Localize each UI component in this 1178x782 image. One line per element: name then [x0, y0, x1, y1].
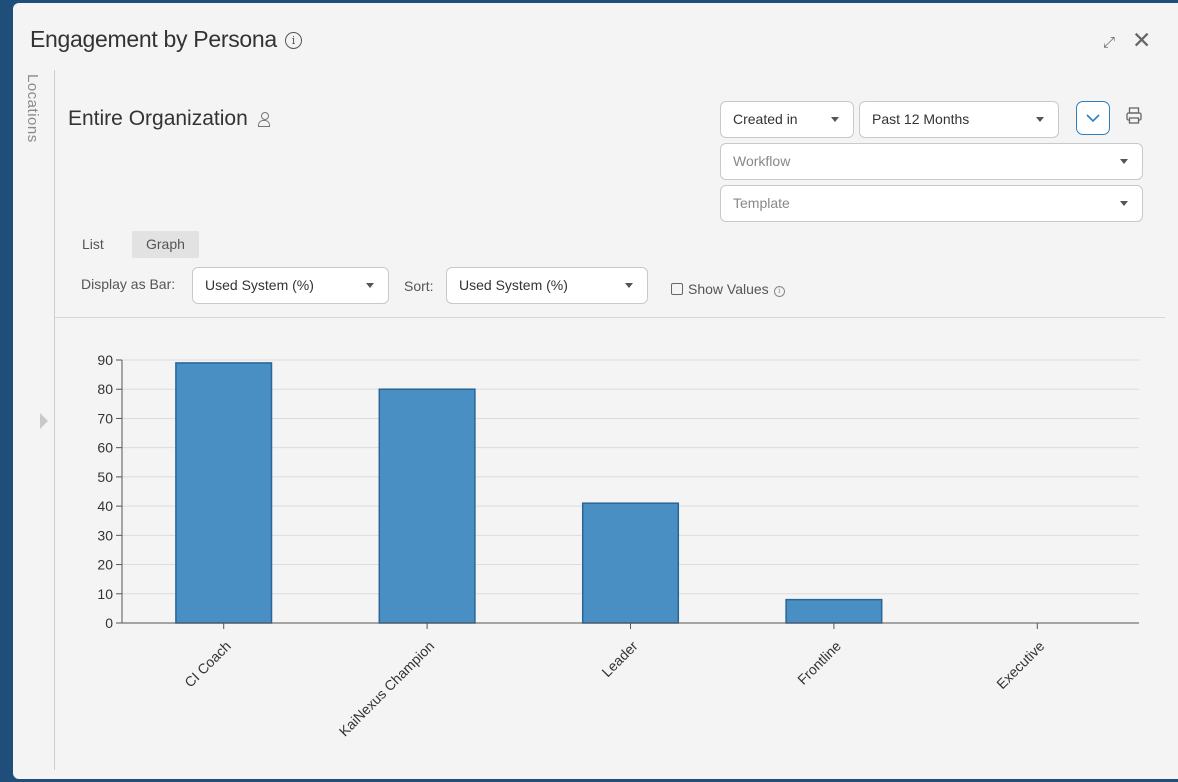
bar[interactable] — [378, 388, 476, 624]
info-icon[interactable]: i — [773, 286, 785, 297]
info-icon[interactable]: i — [284, 32, 302, 49]
y-tick-label: 10 — [97, 586, 113, 602]
print-icon[interactable] — [1126, 107, 1142, 125]
x-tick-label: KaiNexus Champion — [336, 638, 438, 740]
org-title: Entire Organization — [68, 107, 270, 131]
workflow-select[interactable]: Workflow — [720, 143, 1143, 180]
y-tick-label: 30 — [97, 527, 113, 543]
bar[interactable] — [581, 502, 680, 624]
collapse-filters-button[interactable] — [1076, 101, 1110, 135]
close-icon[interactable]: ✕ — [1132, 27, 1151, 54]
y-tick-label: 0 — [105, 615, 113, 631]
locations-label[interactable]: Locations — [24, 74, 41, 143]
y-tick-label: 80 — [97, 381, 113, 397]
chevron-down-icon — [1120, 201, 1128, 206]
chevron-down-icon — [625, 283, 633, 288]
x-tick-label: Frontline — [794, 638, 844, 688]
workflow-placeholder: Workflow — [733, 153, 791, 169]
person-icon[interactable] — [257, 112, 270, 127]
x-tick-label: CI Coach — [181, 638, 234, 691]
chevron-down-icon — [1036, 117, 1044, 122]
bar[interactable] — [785, 598, 883, 624]
show-values-label: Show Values — [688, 281, 769, 297]
chart-bars — [175, 362, 883, 624]
modal-title: Engagement by Persona i — [30, 26, 302, 53]
display-as-bar-select[interactable]: Used System (%) — [192, 267, 389, 304]
x-tick-label: Leader — [598, 638, 640, 680]
y-tick-label: 70 — [97, 410, 113, 426]
y-tick-label: 90 — [97, 352, 113, 368]
date-range-select[interactable]: Past 12 Months — [859, 101, 1059, 138]
y-tick-label: 40 — [97, 498, 113, 514]
tab-graph[interactable]: Graph — [132, 231, 199, 258]
template-placeholder: Template — [733, 195, 790, 211]
org-title-text: Entire Organization — [68, 107, 248, 130]
display-as-bar-label: Display as Bar: — [81, 276, 176, 292]
date-range-value: Past 12 Months — [872, 111, 970, 127]
date-field-select[interactable]: Created in — [720, 101, 854, 138]
display-as-bar-value: Used System (%) — [205, 277, 314, 293]
template-select[interactable]: Template — [720, 185, 1143, 222]
modal-title-text: Engagement by Persona — [30, 26, 277, 52]
tab-list[interactable]: List — [68, 231, 118, 258]
sort-value: Used System (%) — [459, 277, 568, 293]
expand-sidebar-arrow-icon[interactable] — [40, 413, 48, 429]
locations-sidebar[interactable] — [20, 70, 55, 770]
y-tick-label: 50 — [97, 469, 113, 485]
bar[interactable] — [175, 362, 273, 624]
expand-icon[interactable]: ⤢ — [1103, 34, 1115, 51]
chevron-down-icon — [1086, 114, 1100, 122]
chevron-down-icon — [1120, 159, 1128, 164]
y-tick-label: 60 — [97, 440, 113, 456]
bar-chart: 0 10 20 30 40 50 60 70 80 90 CI Coach KaiNexus Cham… — [97, 352, 1139, 740]
sort-label: Sort: — [404, 278, 434, 294]
chevron-down-icon — [831, 117, 839, 122]
show-values-checkbox[interactable] — [671, 283, 683, 295]
chevron-down-icon — [366, 283, 374, 288]
x-tick-label: Executive — [993, 638, 1047, 692]
date-field-value: Created in — [733, 111, 798, 127]
show-values-toggle[interactable]: Show Values i — [671, 281, 785, 297]
y-tick-label: 20 — [97, 557, 113, 573]
sort-select[interactable]: Used System (%) — [446, 267, 648, 304]
